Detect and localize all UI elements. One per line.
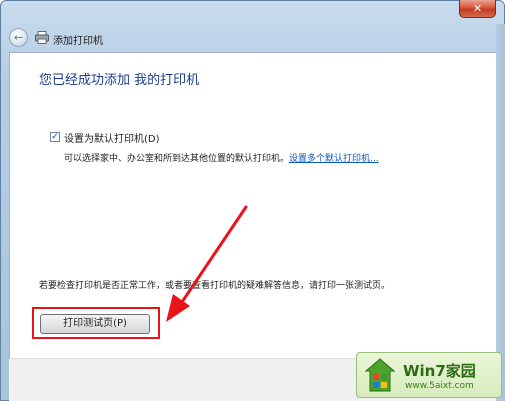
wizard-content: 您已经成功添加 我的打印机 ✓ 设置为默认打印机(D) 可以选择家中、办公室和所… bbox=[9, 52, 496, 401]
back-arrow-icon: ← bbox=[13, 31, 24, 44]
printer-icon bbox=[35, 31, 49, 44]
close-icon: ✕ bbox=[472, 2, 483, 15]
test-page-hint: 若要检查打印机是否正常工作，或者要查看打印机的疑难解答信息，请打印一张测试页。 bbox=[39, 281, 391, 291]
annotation-highlight-box bbox=[32, 307, 160, 339]
default-printer-checkbox[interactable]: ✓ bbox=[50, 132, 60, 142]
close-button[interactable]: ✕ bbox=[459, 0, 496, 18]
watermark-title: Win7家园 bbox=[403, 362, 476, 380]
site-watermark: Win7家园 www.5aixt.com bbox=[356, 352, 502, 398]
back-button[interactable]: ← bbox=[9, 28, 28, 47]
set-multiple-default-printers-link[interactable]: 设置多个默认打印机... bbox=[289, 154, 379, 164]
description-text: 可以选择家中、办公室和所到达其他位置的默认打印机。 bbox=[64, 154, 290, 164]
win7-logo-icon bbox=[364, 358, 396, 392]
wizard-title: 添加打印机 bbox=[53, 36, 103, 47]
default-printer-description: 可以选择家中、办公室和所到达其他位置的默认打印机。设置多个默认打印机... bbox=[64, 151, 379, 164]
checkmark-icon: ✓ bbox=[51, 132, 59, 142]
watermark-url: www.5aixt.com bbox=[405, 381, 474, 391]
page-title: 您已经成功添加 我的打印机 bbox=[39, 73, 200, 88]
wizard-titlebar: ← 添加打印机 bbox=[0, 24, 496, 52]
window-frame-edge bbox=[496, 24, 505, 401]
default-printer-label[interactable]: 设置为默认打印机(D) bbox=[64, 130, 160, 145]
